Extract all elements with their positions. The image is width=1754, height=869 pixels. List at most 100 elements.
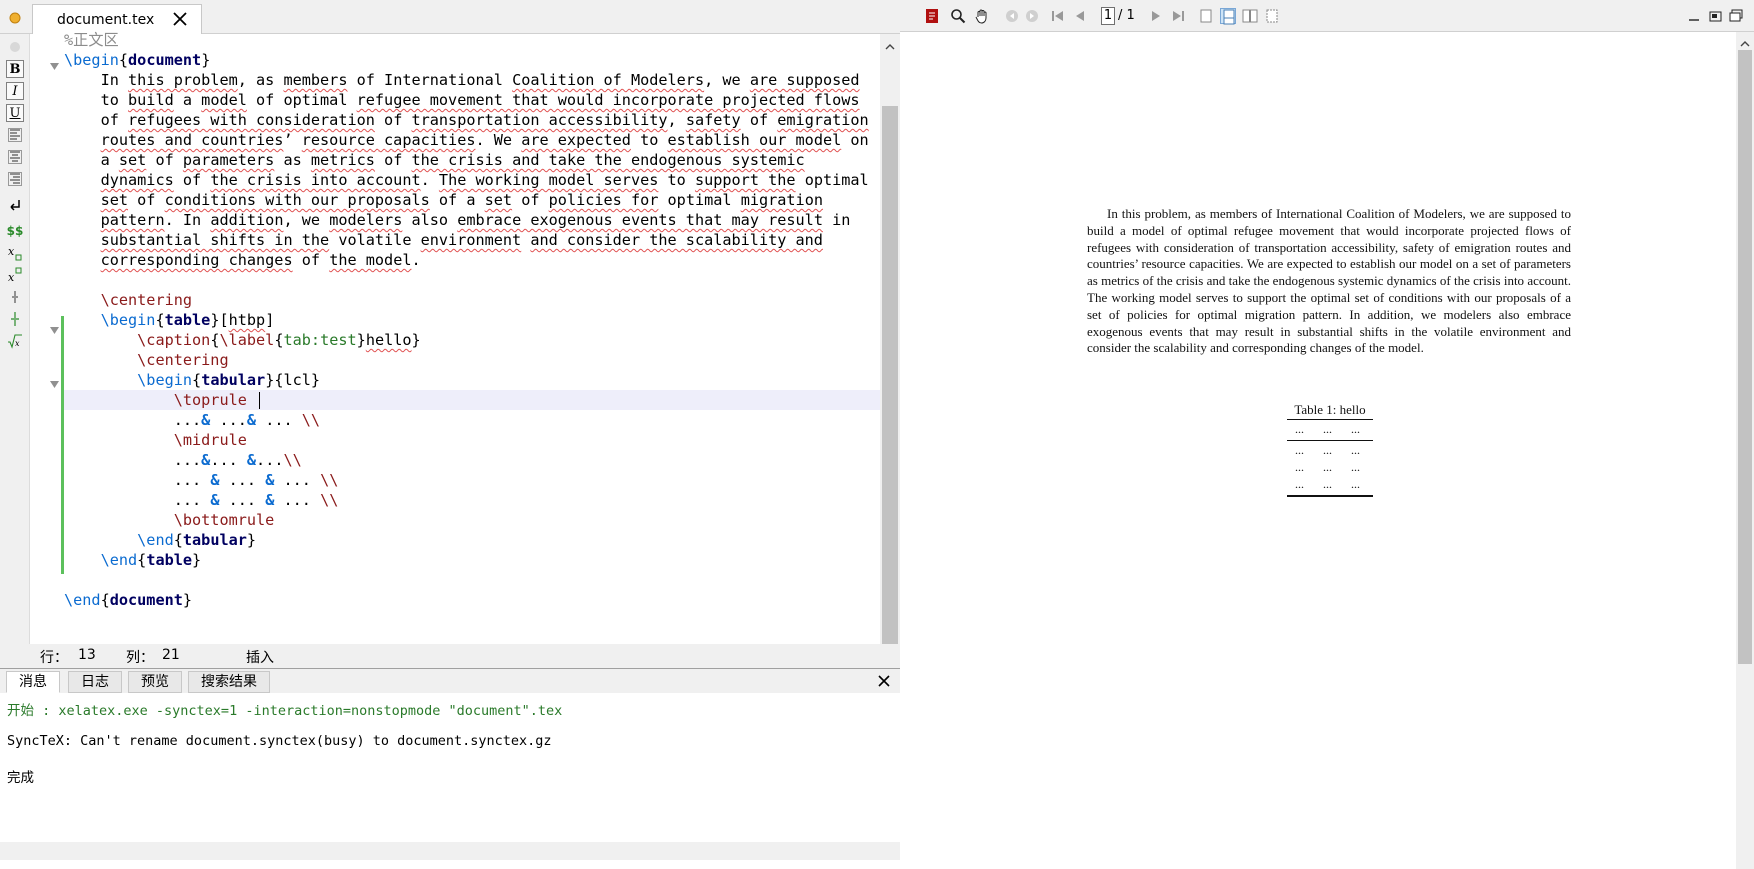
dfrac-icon[interactable]: [6, 310, 24, 328]
code-token: }{lcl}: [265, 371, 321, 389]
code-line[interactable]: a set of parameters as metrics of the cr…: [64, 150, 805, 170]
code-line[interactable]: \midrule: [64, 430, 247, 450]
code-token: }: [411, 331, 421, 349]
code-line[interactable]: \end{document}: [64, 590, 192, 610]
scroll-up-icon[interactable]: [884, 38, 896, 50]
search-icon[interactable]: [950, 8, 966, 24]
italic-button[interactable]: I: [6, 82, 24, 100]
caption-rule: [1287, 419, 1373, 420]
first-page-icon[interactable]: [1050, 8, 1066, 24]
code-token: establish our model: [667, 131, 842, 149]
tab-messages[interactable]: 消息: [6, 671, 60, 693]
code-token: support the: [694, 171, 796, 189]
code-line[interactable]: \begin{table}[htbp]: [64, 310, 275, 330]
code-line[interactable]: %正文区: [64, 30, 119, 50]
page-number-input[interactable]: 1: [1101, 7, 1115, 25]
code-line[interactable]: ... & ... & ... \\: [64, 470, 339, 490]
code-line[interactable]: routes and countries’ resource capacitie…: [64, 130, 869, 150]
back-icon[interactable]: [1004, 8, 1020, 24]
code-token: of: [64, 111, 129, 129]
last-page-icon[interactable]: [1170, 8, 1186, 24]
code-line[interactable]: \bottomrule: [64, 510, 275, 530]
table-row: .........: [1295, 422, 1360, 436]
code-token: \centering: [100, 291, 193, 309]
tab-log[interactable]: 日志: [68, 671, 122, 693]
editor-scroll-thumb[interactable]: [882, 106, 898, 646]
code-line[interactable]: \begin{document}: [64, 50, 210, 70]
code-line[interactable]: to build a model of optimal refugee move…: [64, 90, 860, 110]
code-line[interactable]: \begin{tabular}{lcl}: [64, 370, 320, 390]
code-line[interactable]: ... & ... & ... \\: [64, 490, 339, 510]
fold-marker-icon[interactable]: [50, 56, 59, 70]
status-insert-mode[interactable]: 插入: [246, 647, 274, 667]
tab-preview[interactable]: 预览: [128, 671, 182, 693]
editor-vertical-scrollbar[interactable]: [880, 34, 900, 664]
code-line[interactable]: \caption{\label{tab:test}hello}: [64, 330, 421, 350]
code-line[interactable]: \end{table}: [64, 550, 202, 570]
fold-marker-icon[interactable]: [50, 320, 59, 334]
undo-dim-icon[interactable]: [6, 38, 24, 56]
restore-icon[interactable]: [1708, 8, 1724, 24]
bold-button[interactable]: B: [6, 60, 24, 78]
pdf-vertical-scrollbar[interactable]: [1736, 32, 1754, 869]
code-line[interactable]: substantial shifts in the volatile envir…: [64, 230, 823, 250]
code-line[interactable]: dynamics of the crisis into account. The…: [64, 170, 869, 190]
code-line[interactable]: ...&... &...\\: [64, 450, 302, 470]
superscript-icon[interactable]: x: [6, 266, 24, 284]
code-token: to: [64, 91, 129, 109]
code-token: \begin: [64, 51, 119, 69]
code-token: ,: [667, 111, 686, 129]
single-page-icon[interactable]: [1198, 8, 1214, 24]
inline-math-icon[interactable]: $$: [6, 222, 24, 240]
code-token: and consider the scalability and: [530, 231, 823, 249]
fit-page-icon[interactable]: [1264, 8, 1280, 24]
tab-list-icon[interactable]: [8, 10, 22, 24]
forward-icon[interactable]: [1024, 8, 1040, 24]
code-token: \\: [283, 451, 302, 469]
scroll-up-icon[interactable]: [1739, 35, 1751, 47]
code-line[interactable]: ...& ...& ... \\: [64, 410, 320, 430]
align-right-icon[interactable]: [6, 170, 24, 188]
code-editor[interactable]: %正文区 \begin{document} In this problem, as…: [64, 30, 880, 650]
code-line[interactable]: \centering: [64, 290, 192, 310]
maximize-icon[interactable]: [1728, 8, 1744, 24]
fold-marker-icon[interactable]: [50, 374, 59, 388]
code-line[interactable]: set of conditions with our proposals of …: [64, 190, 823, 210]
newline-icon[interactable]: [6, 196, 24, 214]
code-line[interactable]: \centering: [64, 350, 228, 370]
fraction-icon[interactable]: [6, 288, 24, 306]
svg-text:x: x: [8, 245, 15, 258]
code-token: of: [512, 191, 549, 209]
underline-button[interactable]: U: [6, 104, 24, 122]
code-line[interactable]: \end{tabular}: [64, 530, 256, 550]
close-icon[interactable]: [876, 673, 892, 689]
code-token: \toprule: [173, 391, 257, 409]
subscript-icon[interactable]: x: [6, 244, 24, 262]
align-center-icon[interactable]: [6, 148, 24, 166]
code-line[interactable]: pattern. In addition, we modelers also e…: [64, 210, 851, 230]
code-token: ...: [256, 411, 302, 429]
hand-tool-icon[interactable]: [974, 8, 990, 24]
pdf-scroll-thumb[interactable]: [1738, 50, 1752, 664]
code-token: \\: [320, 491, 339, 509]
code-line[interactable]: of refugees with consideration of transp…: [64, 110, 869, 130]
continuous-page-icon[interactable]: [1220, 8, 1236, 25]
previous-page-icon[interactable]: [1072, 8, 1088, 24]
code-token: %正文区: [64, 31, 119, 49]
minimize-icon[interactable]: [1686, 8, 1702, 24]
close-icon[interactable]: [171, 10, 189, 28]
next-page-icon[interactable]: [1148, 8, 1164, 24]
code-line[interactable]: \toprule: [64, 390, 256, 410]
code-token: ...: [64, 471, 211, 489]
two-page-icon[interactable]: [1242, 8, 1258, 24]
messages-horizontal-scrollbar[interactable]: [0, 842, 900, 860]
code-line[interactable]: corresponding changes of the model.: [64, 250, 421, 270]
code-line[interactable]: In this problem, as members of Internati…: [64, 70, 860, 90]
sqrt-icon[interactable]: x: [6, 332, 24, 350]
tab-search-results[interactable]: 搜索结果: [188, 671, 270, 693]
status-bar: 行： 13 列： 21 插入: [0, 644, 900, 668]
align-left-icon[interactable]: [6, 126, 24, 144]
pdf-page[interactable]: In this problem, as members of Internati…: [900, 32, 1736, 869]
pdf-app-icon[interactable]: [924, 8, 940, 24]
